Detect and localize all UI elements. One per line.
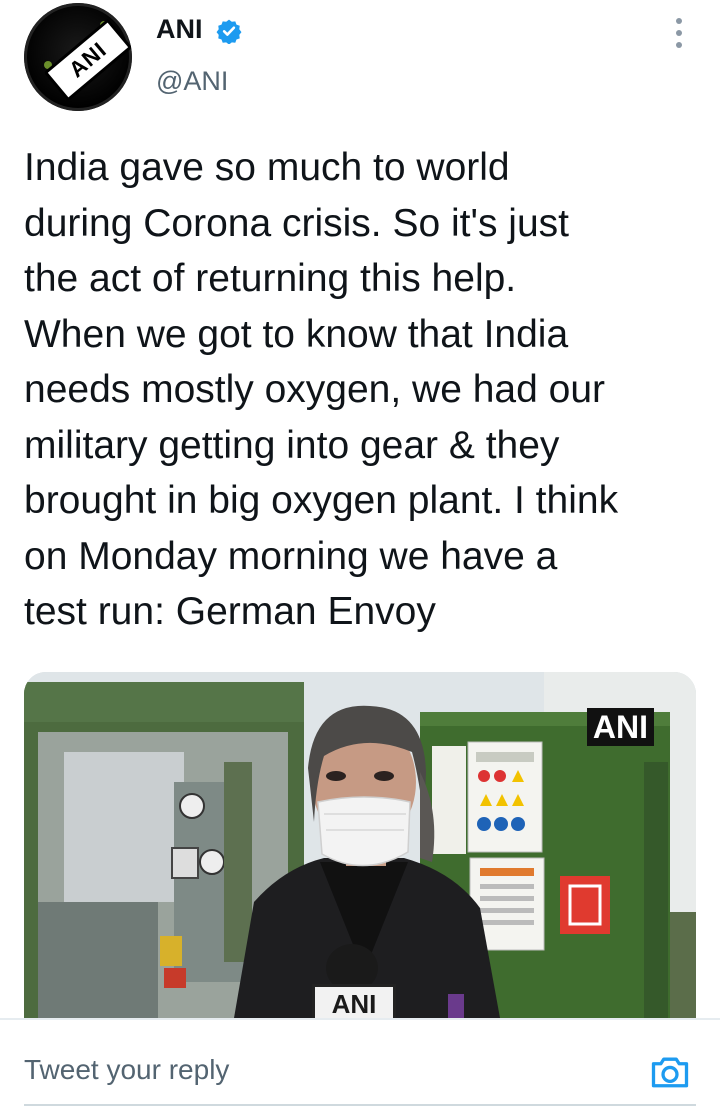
display-name[interactable]: ANI (156, 14, 203, 45)
reply-input[interactable]: Tweet your reply (24, 1054, 229, 1086)
avatar[interactable]: ANI (24, 3, 132, 111)
tweet-text: India gave so much to world during Coron… (24, 146, 619, 633)
microphone-label: ANI (312, 984, 396, 1018)
camera-icon[interactable] (648, 1050, 692, 1094)
reply-bar: Tweet your reply (0, 1020, 720, 1120)
tweet-header: ANI ANI @ANI (0, 0, 720, 120)
media-watermark: ANI (586, 708, 654, 746)
user-handle[interactable]: @ANI (156, 66, 228, 97)
more-vertical-icon[interactable] (664, 18, 694, 48)
more-dot (676, 18, 682, 24)
reply-underline (24, 1104, 696, 1106)
tweet-media-image[interactable]: ANI ANI (24, 672, 696, 1018)
more-dot (676, 30, 682, 36)
more-dot (676, 42, 682, 48)
verified-badge-icon (216, 19, 242, 44)
